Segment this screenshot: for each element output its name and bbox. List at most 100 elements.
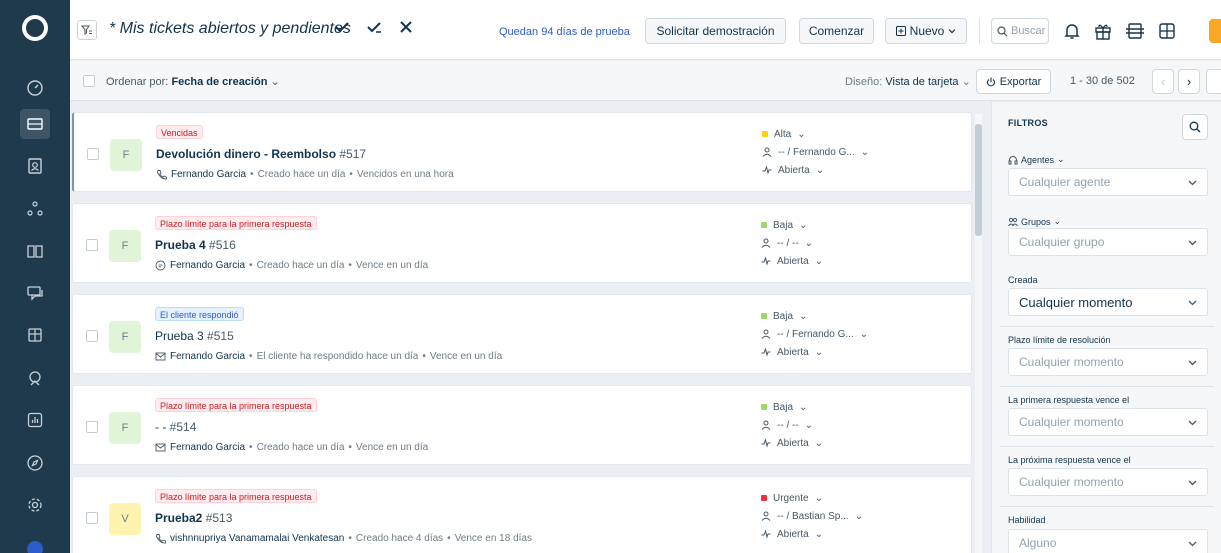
assignee-dropdown[interactable]: -- / Bastian Sp... ⌄: [761, 507, 863, 525]
app-logo-icon[interactable]: [22, 15, 48, 41]
ticket-checkbox[interactable]: [86, 512, 98, 524]
reports-icon[interactable]: [20, 405, 50, 435]
first-response-due-select[interactable]: Cualquier momento: [1008, 408, 1208, 436]
global-search-input[interactable]: Buscar: [991, 18, 1049, 44]
priority-dropdown[interactable]: Baja ⌄: [761, 216, 823, 234]
email-icon: [155, 443, 166, 452]
contacts-icon[interactable]: [20, 151, 50, 181]
ticket-card[interactable]: F El cliente respondió Prueba 3 #515 Fernan…: [72, 294, 972, 374]
ticket-checkbox[interactable]: [87, 148, 99, 160]
resolution-due-select[interactable]: Cualquier momento: [1008, 348, 1208, 376]
status-dropdown[interactable]: Abierta ⌄: [761, 434, 823, 452]
solutions-icon[interactable]: [20, 320, 50, 350]
groups-filter-label[interactable]: Grupos ⌄: [1008, 216, 1061, 227]
ticket-checkbox[interactable]: [86, 330, 98, 342]
social-icon[interactable]: [20, 363, 50, 393]
filters-search-button[interactable]: [1182, 114, 1208, 140]
profile-status-icon[interactable]: [27, 541, 43, 553]
status-value: Abierta: [777, 528, 809, 540]
assignee-dropdown[interactable]: -- / Fernando G... ⌄: [762, 143, 869, 161]
notifications-bell-icon[interactable]: [1062, 21, 1082, 41]
chevron-down-icon: [1188, 541, 1197, 547]
next-page-button[interactable]: ›: [1178, 69, 1200, 94]
priority-dropdown[interactable]: Baja ⌄: [761, 398, 823, 416]
priority-dot-icon: [761, 495, 767, 501]
compass-icon[interactable]: [20, 448, 50, 478]
ticket-card[interactable]: F Vencidas Devolución dinero - Reembolso #…: [72, 112, 972, 192]
ticket-subject-link[interactable]: Prueba 3 #515: [155, 329, 234, 343]
groups-icon[interactable]: [20, 194, 50, 224]
next-response-due-select[interactable]: Cualquier momento: [1008, 468, 1208, 496]
save-as-check-icon[interactable]: [366, 19, 382, 35]
list-scrollbar-thumb[interactable]: [975, 124, 982, 236]
ticket-subject-link[interactable]: Devolución dinero - Reembolso #517: [156, 147, 366, 161]
assignee-value: -- / Bastian Sp...: [777, 510, 849, 522]
check-icon[interactable]: [334, 19, 350, 35]
status-dropdown[interactable]: Abierta ⌄: [761, 343, 868, 361]
ticket-checkbox[interactable]: [86, 421, 98, 433]
ticket-subject-link[interactable]: - - #514: [155, 420, 196, 434]
start-button[interactable]: Comenzar: [799, 18, 874, 44]
requester-name[interactable]: Fernando Garcia: [170, 351, 245, 362]
priority-dot-icon: [762, 131, 768, 137]
priority-dropdown[interactable]: Alta ⌄: [762, 125, 869, 143]
requester-avatar: F: [109, 321, 141, 353]
requester-name[interactable]: Fernando Garcia: [170, 260, 245, 271]
gift-icon[interactable]: [1093, 21, 1113, 41]
requester-avatar: F: [109, 230, 141, 262]
dashboard-icon[interactable]: [20, 73, 50, 103]
forums-icon[interactable]: [20, 278, 50, 308]
ticket-card[interactable]: F Plazo límite para la primera respuesta -…: [72, 385, 972, 465]
chevron-down-icon: [1188, 420, 1197, 426]
skill-select-value: Alguno: [1019, 536, 1057, 550]
requester-name[interactable]: Fernando Garcia: [171, 169, 246, 180]
user-icon: [761, 238, 771, 248]
user-icon: [762, 147, 772, 157]
status-dropdown[interactable]: Abierta ⌄: [761, 252, 823, 270]
groups-select[interactable]: Cualquier grupo: [1008, 228, 1208, 256]
ticket-subject-link[interactable]: Prueba 4 #516: [155, 238, 236, 252]
status-dropdown[interactable]: Abierta ⌄: [762, 161, 869, 179]
new-dropdown-button[interactable]: Nuevo: [885, 18, 967, 44]
trial-days-link[interactable]: Quedan 94 días de prueba: [499, 26, 630, 38]
marketplace-icon[interactable]: [1157, 21, 1177, 41]
assignee-dropdown[interactable]: -- / -- ⌄: [761, 416, 823, 434]
skill-select[interactable]: Alguno: [1008, 529, 1208, 553]
requester-name[interactable]: Fernando Garcia: [170, 442, 245, 453]
settings-gear-icon[interactable]: [20, 490, 50, 520]
created-select[interactable]: Cualquier momento: [1008, 288, 1208, 316]
profile-avatar-icon[interactable]: [1209, 19, 1221, 43]
view-title[interactable]: * Mis tickets abiertos y pendientes: [109, 20, 351, 38]
apps-tray-icon[interactable]: [1125, 21, 1145, 41]
views-filter-icon[interactable]: [77, 20, 97, 40]
requester-name[interactable]: vishnnupriya Vanamamalai Venkatesan: [170, 533, 344, 544]
sort-by-dropdown[interactable]: Ordenar por: Fecha de creación ⌄: [106, 75, 280, 88]
ticket-checkbox[interactable]: [86, 239, 98, 251]
sla-status-badge: Vencidas: [156, 125, 203, 139]
select-all-checkbox[interactable]: [83, 75, 95, 87]
status-pulse-icon: [761, 256, 771, 266]
priority-dropdown[interactable]: Baja ⌄: [761, 307, 868, 325]
tickets-icon[interactable]: [20, 109, 50, 139]
ticket-card[interactable]: V Plazo límite para la primera respuesta P…: [72, 476, 972, 553]
assignee-dropdown[interactable]: -- / -- ⌄: [761, 234, 823, 252]
ticket-subject-link[interactable]: Prueba2 #513: [155, 511, 232, 525]
assignee-dropdown[interactable]: -- / Fernando G... ⌄: [761, 325, 868, 343]
search-icon: [997, 25, 1008, 36]
export-button[interactable]: Exportar: [976, 69, 1051, 94]
ticket-card[interactable]: F Plazo límite para la primera respuesta P…: [72, 203, 972, 283]
close-icon[interactable]: [398, 19, 414, 35]
request-demo-button[interactable]: Solicitar demostración: [645, 18, 786, 44]
agents-filter-label[interactable]: Agentes ⌄: [1008, 154, 1065, 165]
chevron-down-icon: [1188, 180, 1197, 186]
previous-page-button[interactable]: ‹: [1152, 69, 1174, 94]
chevron-down-icon: [1188, 240, 1197, 246]
assignee-value: -- / Fernando G...: [777, 328, 854, 340]
panel-toggle-button[interactable]: [1206, 69, 1221, 94]
priority-dropdown[interactable]: Urgente ⌄: [761, 489, 863, 507]
knowledge-base-icon[interactable]: [20, 236, 50, 266]
due-text: Vence en un día: [355, 442, 429, 453]
agents-select[interactable]: Cualquier agente: [1008, 168, 1208, 196]
layout-dropdown[interactable]: Diseño: Vista de tarjeta ⌄: [845, 75, 971, 88]
status-dropdown[interactable]: Abierta ⌄: [761, 525, 863, 543]
